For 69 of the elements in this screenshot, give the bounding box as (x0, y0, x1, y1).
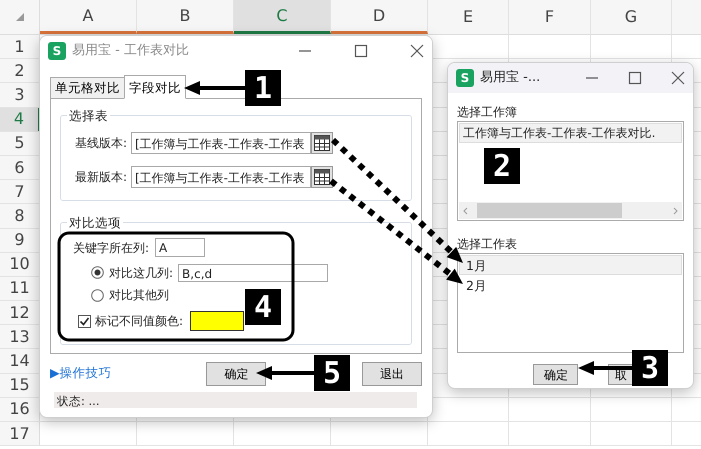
radio-label[interactable]: 对比其他列 (109, 286, 169, 304)
scrollbar-thumb[interactable] (477, 203, 622, 218)
callout-number: 1 (245, 70, 281, 106)
row-header[interactable]: 11 (0, 276, 40, 300)
row-header[interactable]: 6 (0, 156, 40, 180)
arrow (256, 366, 314, 380)
column-header[interactable]: F (509, 0, 591, 34)
input-field[interactable]: B,c,d (178, 264, 328, 282)
close-icon[interactable] (410, 44, 424, 58)
field-label: 关键字所在列: (73, 240, 150, 256)
radio-button[interactable] (91, 266, 104, 279)
field-label: 基线版本: (74, 135, 128, 152)
arrow (184, 81, 245, 95)
checkbox[interactable] (78, 314, 91, 328)
row-header[interactable]: 9 (0, 228, 40, 252)
callout-number: 5 (314, 355, 350, 391)
color-swatch[interactable] (190, 311, 244, 331)
row-header[interactable]: 4 (0, 108, 40, 131)
horizontal-scrollbar[interactable] (459, 202, 682, 219)
column-header[interactable]: E (428, 0, 509, 34)
row-header[interactable]: 7 (0, 180, 40, 204)
row-header[interactable]: 1 (0, 35, 40, 58)
checkbox-label[interactable]: 标记不同值颜色: (95, 312, 184, 330)
row-header[interactable]: 12 (0, 301, 40, 324)
list-label: 选择工作簿 (457, 104, 518, 121)
row-header[interactable]: 5 (0, 132, 40, 155)
sheet-picker-button[interactable] (311, 166, 333, 188)
maximize-icon[interactable] (628, 71, 642, 85)
dialog-button[interactable]: 确定 (533, 364, 578, 385)
help-link[interactable]: ▶操作技巧 (50, 364, 112, 383)
list-item[interactable]: 1月 (459, 255, 682, 275)
list-item[interactable]: 2月 (459, 275, 682, 295)
close-icon[interactable] (671, 71, 685, 85)
row-header[interactable]: 15 (0, 374, 40, 397)
input-field[interactable]: [工作簿与工作表-工作表-工作表 (131, 132, 311, 154)
callout-number: 3 (632, 350, 668, 386)
dialog-button[interactable]: 确定 (206, 362, 266, 386)
table-icon (313, 134, 331, 152)
row-header[interactable]: 2 (0, 59, 40, 82)
tab[interactable]: 单元格对比 (50, 76, 125, 99)
app-icon: S (48, 42, 66, 60)
radio-label[interactable]: 对比这几列: (109, 264, 174, 282)
column-header[interactable]: G (591, 0, 672, 34)
dialog-button[interactable]: 退出 (362, 362, 422, 386)
input-field[interactable]: [工作簿与工作表-工作表-工作表 (131, 166, 311, 188)
callout-number: 2 (484, 148, 520, 184)
row-header[interactable]: 16 (0, 398, 40, 421)
select-all-icon[interactable] (14, 12, 24, 22)
tab[interactable]: 字段对比 (124, 74, 186, 99)
callout-number: 4 (245, 289, 281, 325)
row-header[interactable]: 8 (0, 204, 40, 228)
window-title: 易用宝 -... (480, 69, 540, 88)
row-header[interactable]: 10 (0, 252, 40, 276)
window-title: 易用宝 - 工作表对比 (72, 42, 189, 60)
field-label: 最新版本: (74, 169, 128, 186)
list-item[interactable]: 工作簿与工作表-工作表-工作表对比. (459, 123, 682, 143)
row-header[interactable]: 14 (0, 349, 40, 373)
input-field[interactable]: A (155, 238, 206, 257)
row-header[interactable]: 17 (0, 422, 40, 446)
row-header[interactable]: 13 (0, 325, 40, 348)
app-icon: S (456, 69, 474, 87)
table-icon (313, 168, 331, 186)
sheet-picker-button[interactable] (311, 132, 333, 154)
maximize-icon[interactable] (354, 44, 368, 58)
list-label: 选择工作表 (457, 236, 518, 253)
column-header[interactable]: C (234, 0, 331, 34)
row-header[interactable]: 3 (0, 83, 40, 107)
status-bar: 状态: ... (54, 392, 417, 408)
radio-button[interactable] (91, 288, 104, 302)
